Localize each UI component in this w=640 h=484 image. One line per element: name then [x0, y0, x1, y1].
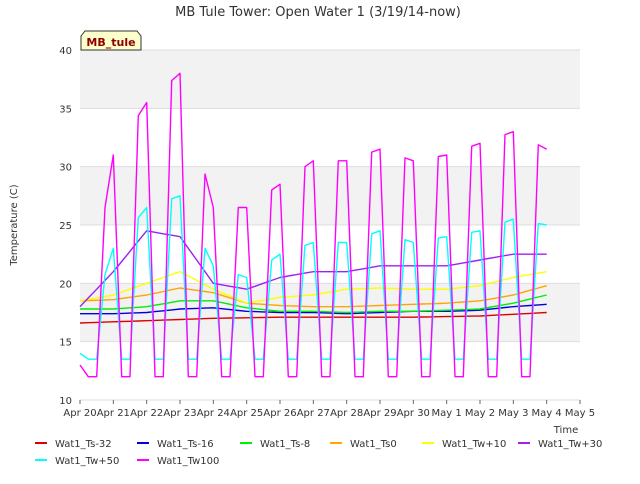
y-axis-label: Temperature (C)	[9, 184, 20, 266]
legend-label: Wat1_Tw+30	[538, 439, 602, 450]
chart-title: MB Tule Tower: Open Water 1 (3/19/14-now…	[175, 5, 461, 20]
x-tick-label: May 4	[532, 408, 562, 419]
x-tick-label: Apr 22	[130, 408, 163, 419]
site-label-badge: MB_tule	[80, 30, 142, 51]
x-tick-label: May 2	[465, 408, 495, 419]
y-tick-label: 40	[59, 46, 72, 57]
y-tick-label: 10	[59, 396, 72, 407]
chart-figure: MB Tule Tower: Open Water 1 (3/19/14-now…	[0, 0, 640, 480]
x-tick-label: Apr 25	[230, 408, 263, 419]
legend-label: Wat1_Tw100	[157, 456, 219, 467]
y-tick-label: 30	[59, 163, 72, 174]
legend-label: Wat1_Ts-8	[260, 439, 310, 450]
y-tick-label: 15	[59, 338, 72, 349]
legend-label: Wat1_Tw+50	[55, 456, 119, 467]
x-tick-label: Apr 29	[363, 408, 396, 419]
chart-svg: MB Tule Tower: Open Water 1 (3/19/14-now…	[9, 5, 602, 467]
legend-label: Wat1_Ts-16	[157, 439, 214, 450]
legend-label: Wat1_Ts0	[350, 439, 397, 450]
x-tick-label: Apr 30	[397, 408, 430, 419]
y-tick-label: 25	[59, 221, 72, 232]
legend-label: Wat1_Ts-32	[55, 439, 112, 450]
x-tick-label: Apr 24	[197, 408, 230, 419]
y-axis: 10 15 20 25 30 35 40	[59, 46, 72, 407]
y-tick-label: 20	[59, 279, 72, 290]
x-tick-label: May 5	[565, 408, 595, 419]
x-tick-label: Apr 27	[297, 408, 330, 419]
x-tick-label: Apr 28	[330, 408, 363, 419]
x-tick-label: Apr 20	[63, 408, 96, 419]
legend-label: Wat1_Tw+10	[442, 439, 506, 450]
legend: Wat1_Ts-32 Wat1_Ts-16 Wat1_Ts-8 Wat1_Ts0 Wat…	[35, 439, 602, 467]
background-band	[80, 166, 580, 225]
x-tick-label: Apr 23	[163, 408, 196, 419]
site-label: MB_tule	[86, 36, 135, 49]
x-tick-label: Apr 21	[97, 408, 130, 419]
y-tick-label: 35	[59, 104, 72, 115]
x-axis-label: Time	[553, 425, 578, 436]
x-tick-label: May 3	[498, 408, 528, 419]
x-tick-label: Apr 26	[263, 408, 296, 419]
x-axis: Apr 20 Apr 21 Apr 22 Apr 23 Apr 24 Apr 25 Apr …	[63, 400, 595, 419]
background-band	[80, 50, 580, 109]
x-tick-label: May 1	[432, 408, 462, 419]
